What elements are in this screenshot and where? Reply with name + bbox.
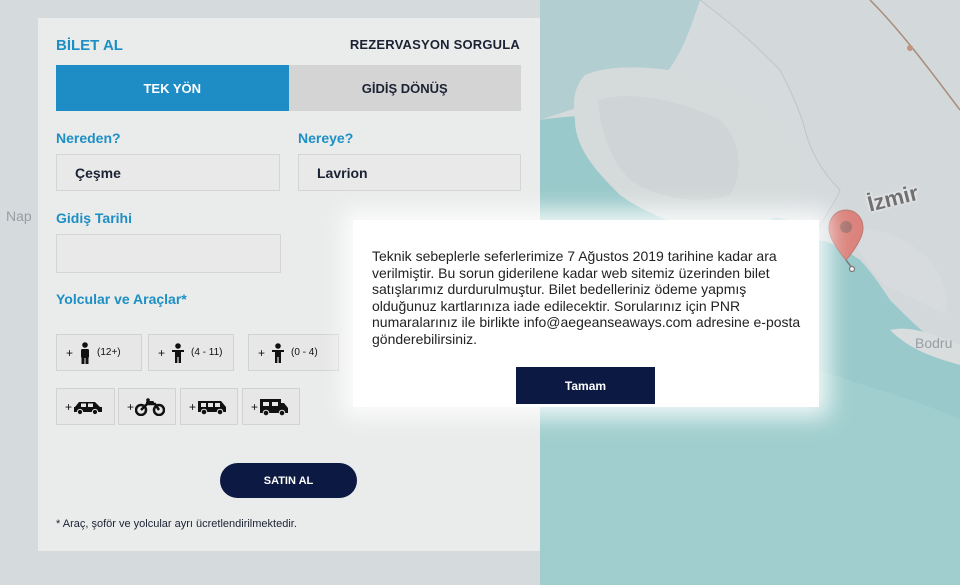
add-adult-button[interactable]: + (12+) bbox=[56, 334, 142, 371]
passengers-vehicles-label: Yolcular ve Araçlar* bbox=[56, 291, 187, 307]
from-label: Nereden? bbox=[56, 130, 121, 146]
infant-icon bbox=[272, 342, 285, 363]
car-icon bbox=[74, 401, 103, 415]
plus-sign: + bbox=[189, 399, 197, 414]
minibus-icon bbox=[198, 400, 227, 415]
date-input[interactable] bbox=[56, 234, 281, 273]
to-label: Nereye? bbox=[298, 130, 354, 146]
add-car-button[interactable]: + bbox=[56, 388, 115, 425]
motorcycle-icon bbox=[135, 397, 166, 416]
plus-sign: + bbox=[65, 399, 73, 414]
plus-sign: + bbox=[258, 345, 266, 360]
panel-title: BİLET AL bbox=[56, 37, 123, 54]
add-caravan-button[interactable]: + bbox=[242, 388, 300, 425]
add-minibus-button[interactable]: + bbox=[180, 388, 238, 425]
plus-sign: + bbox=[66, 345, 74, 360]
adult-icon bbox=[81, 341, 90, 364]
trip-type-tabs: TEK YÖN GİDİŞ DÖNÜŞ bbox=[56, 65, 521, 111]
to-input[interactable]: Lavrion bbox=[298, 154, 521, 191]
notice-message: Teknik sebeplerle seferlerimize 7 Ağusto… bbox=[372, 248, 801, 347]
infant-age-label: (0 - 4) bbox=[291, 347, 318, 358]
child-icon bbox=[172, 342, 185, 363]
tab-one-way[interactable]: TEK YÖN bbox=[56, 65, 289, 111]
footnote: * Araç, şoför ve yolcular ayrı ücretlend… bbox=[56, 518, 297, 530]
notice-modal: Teknik sebeplerle seferlerimize 7 Ağusto… bbox=[353, 220, 819, 407]
tab-round-trip[interactable]: GİDİŞ DÖNÜŞ bbox=[288, 65, 521, 111]
ok-button[interactable]: Tamam bbox=[516, 367, 655, 404]
from-input[interactable]: Çeşme bbox=[56, 154, 280, 191]
adult-age-label: (12+) bbox=[97, 347, 121, 358]
date-label: Gidiş Tarihi bbox=[56, 210, 132, 226]
add-child-button[interactable]: + (4 - 11) bbox=[148, 334, 234, 371]
caravan-icon bbox=[260, 398, 289, 416]
plus-sign: + bbox=[127, 399, 135, 414]
reservation-query-link[interactable]: REZERVASYON SORGULA bbox=[350, 37, 520, 52]
add-motorcycle-button[interactable]: + bbox=[118, 388, 176, 425]
plus-sign: + bbox=[158, 345, 166, 360]
buy-button[interactable]: SATIN AL bbox=[220, 463, 357, 498]
plus-sign: + bbox=[251, 399, 259, 414]
add-infant-button[interactable]: + (0 - 4) bbox=[248, 334, 339, 371]
child-age-label: (4 - 11) bbox=[191, 347, 223, 358]
